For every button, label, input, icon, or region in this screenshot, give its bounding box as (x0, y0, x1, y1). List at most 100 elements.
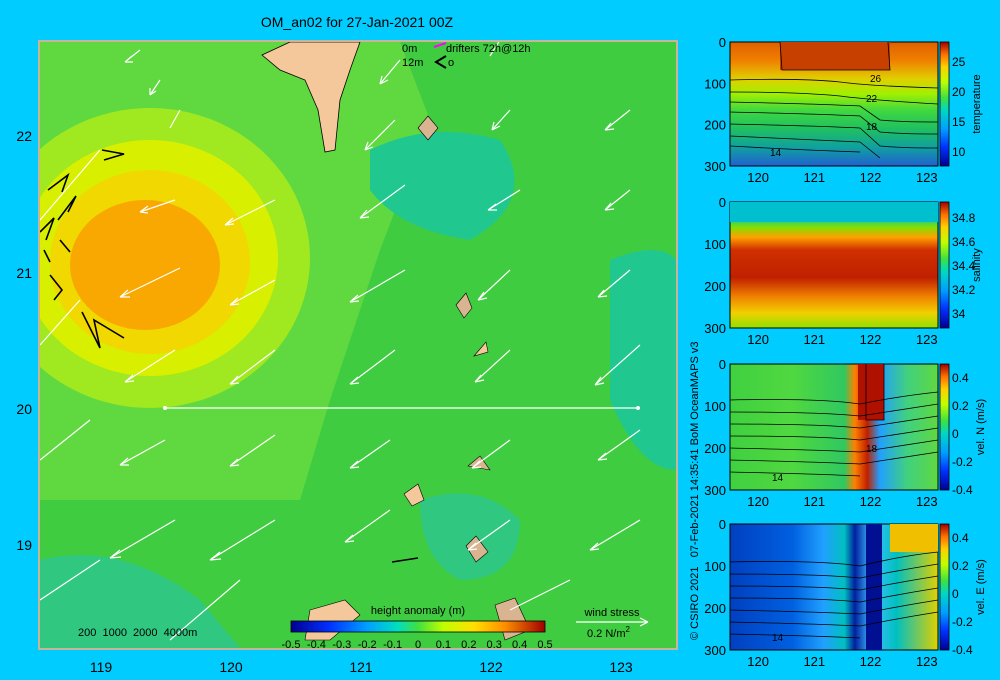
map-x-tick: 123 (609, 659, 633, 675)
colorbar-ticks: -0.5 -0.4 -0.3 -0.2 -0.1 0 0.1 0.2 0.3 0.4 0.5 (282, 639, 553, 651)
depth-contour-legend: 200 1000 2000 4000m (78, 627, 197, 639)
colorbar-tick: -0.5 (282, 639, 301, 651)
panel-vel-e-cbar-tick: 0 (952, 587, 959, 601)
panel-y-tick: 300 (704, 643, 726, 658)
panel-y-tick: 100 (704, 559, 726, 574)
panel-vel-e-cbar-ticks: 0.4 0.2 0 -0.2 -0.4 (952, 531, 973, 657)
section-line-end (636, 406, 640, 410)
map-y-ticks: 22 21 20 19 (16, 128, 32, 553)
wind-stress-label: wind stress (583, 607, 640, 619)
panel-temperature-contour-label: 26 (870, 74, 882, 85)
panel-x-tick: 121 (803, 170, 825, 185)
panel-temperature-hot-core (780, 42, 890, 70)
panel-vel-e-cbar-tick: -0.2 (952, 615, 973, 629)
legend-depth-0m: 0m (402, 43, 417, 55)
colorbar-tick: -0.3 (332, 639, 351, 651)
colorbar-tick: 0.1 (436, 639, 451, 651)
map-x-tick: 122 (479, 659, 503, 675)
panel-x-tick: 123 (916, 494, 938, 509)
panel-y-tick: 0 (719, 517, 726, 532)
panel-y-tick: 300 (704, 483, 726, 498)
map-x-ticks: 119 120 121 122 123 (90, 659, 633, 675)
panel-x-tick: 120 (747, 170, 769, 185)
panel-vel-n-cbar-ticks: 0.4 0.2 0 -0.2 -0.4 (952, 371, 973, 497)
panel-temperature-contour-label: 18 (866, 122, 878, 133)
colorbar-tick: 0 (415, 639, 421, 651)
panel-y-tick: 300 (704, 321, 726, 336)
colorbar-tick: -0.4 (307, 639, 326, 651)
panel-salinity-cbar-tick: 34.8 (952, 211, 976, 225)
panel-salinity-cbar-tick: 34.4 (952, 259, 976, 273)
panel-salinity-cyan-top (730, 202, 938, 222)
panel-x-tick: 122 (860, 170, 882, 185)
panel-x-tick: 120 (747, 654, 769, 669)
panel-vel-n-cbar-tick: 0.4 (952, 371, 969, 385)
panel-x-tick: 122 (860, 332, 882, 347)
wind-stress-value: 0.2 N/m2 (587, 625, 631, 640)
panel-y-tick: 100 (704, 237, 726, 252)
legend-depth-12m: 12m (402, 57, 423, 69)
panel-y-tick: 300 (704, 159, 726, 174)
panel-temperature-cbar-ticks: 25 20 15 10 (952, 55, 966, 159)
panel-x-tick: 120 (747, 494, 769, 509)
panel-y-tick: 0 (719, 357, 726, 372)
panel-y-tick: 100 (704, 399, 726, 414)
panel-vel-e-warm (890, 524, 938, 552)
eddy-core (70, 200, 220, 330)
panel-salinity-colorbar (939, 201, 950, 329)
panel-vel-e-label: vel. E (m/s) (975, 559, 987, 615)
panel-vel-e-contour-label: 14 (772, 633, 784, 644)
panel-temperature-cbar-tick: 20 (952, 85, 966, 99)
panel-x-tick: 121 (803, 654, 825, 669)
colorbar-tick: 0.4 (512, 639, 527, 651)
panel-salinity: salinity 34.8 34.6 34.4 34.2 34 (729, 201, 983, 329)
panel-vel-n-cbar-tick: -0.4 (952, 483, 973, 497)
panel-x-tick: 122 (860, 654, 882, 669)
colorbar-label: height anomaly (m) (371, 605, 465, 617)
panel-vel-e-colorbar (939, 523, 950, 651)
section-line-start (163, 406, 167, 410)
wind-stress-unit-exponent: 2 (626, 625, 631, 634)
colorbar-tick: 0.3 (487, 639, 502, 651)
panel-x-tick: 123 (916, 654, 938, 669)
panel-x-tick: 123 (916, 170, 938, 185)
panel-x-tick: 121 (803, 332, 825, 347)
panel-temperature-cbar-tick: 15 (952, 115, 966, 129)
panel-temperature-colorbar (939, 41, 950, 167)
panel-temperature-label: temperature (971, 74, 983, 133)
panel-y-tick: 100 (704, 76, 726, 91)
panel-x-tick: 120 (747, 332, 769, 347)
colorbar-tick: -0.1 (383, 639, 402, 651)
panel-salinity-cbar-tick: 34.2 (952, 283, 976, 297)
panel-vel-n-contour-label: 14 (772, 473, 784, 484)
panel-temperature: 26 22 18 14 temperature 25 20 15 10 (729, 41, 983, 167)
map-y-tick: 21 (16, 265, 32, 281)
panel-vel-n-contour-label: 18 (866, 444, 878, 455)
panel-vel-e: 14 vel. E (m/s) 0.4 0.2 0 -0.2 -0.4 (729, 523, 987, 657)
panel-vel-n-cbar-tick: 0 (952, 427, 959, 441)
panel-vel-e-cbar-tick: 0.4 (952, 531, 969, 545)
map-y-tick: 19 (16, 537, 32, 553)
map-y-tick: 20 (16, 401, 32, 417)
panel-vel-e-cbar-tick: -0.4 (952, 643, 973, 657)
map-x-tick: 121 (349, 659, 373, 675)
panel-x-tick: 122 (860, 494, 882, 509)
figure-canvas: OM_an02 for 27-Jan-2021 00Z 0m drifters … (16, 14, 987, 675)
panel-y-tick: 200 (704, 118, 726, 133)
panel-y-tick: 200 (704, 441, 726, 456)
panel-temperature-cbar-tick: 25 (952, 55, 966, 69)
map-y-tick: 22 (16, 128, 32, 144)
colorbar-tick: -0.2 (358, 639, 377, 651)
colorbar-tick: 0.2 (461, 639, 476, 651)
map-x-tick: 119 (90, 659, 113, 675)
figure-title: OM_an02 for 27-Jan-2021 00Z (261, 14, 454, 30)
legend-drifters-label: drifters 72h@12h (446, 43, 531, 55)
map-x-tick: 120 (219, 659, 243, 675)
panel-vel-e-cbar-tick: 0.2 (952, 559, 969, 573)
panel-vel-n-cbar-tick: -0.2 (952, 455, 973, 469)
panel-salinity-cbar-ticks: 34.8 34.6 34.4 34.2 34 (952, 211, 976, 321)
panel-y-tick: 0 (719, 35, 726, 50)
panel-y-tick: 0 (719, 195, 726, 210)
panel-x-tick: 123 (916, 332, 938, 347)
panel-temperature-contour-label: 22 (866, 94, 878, 105)
